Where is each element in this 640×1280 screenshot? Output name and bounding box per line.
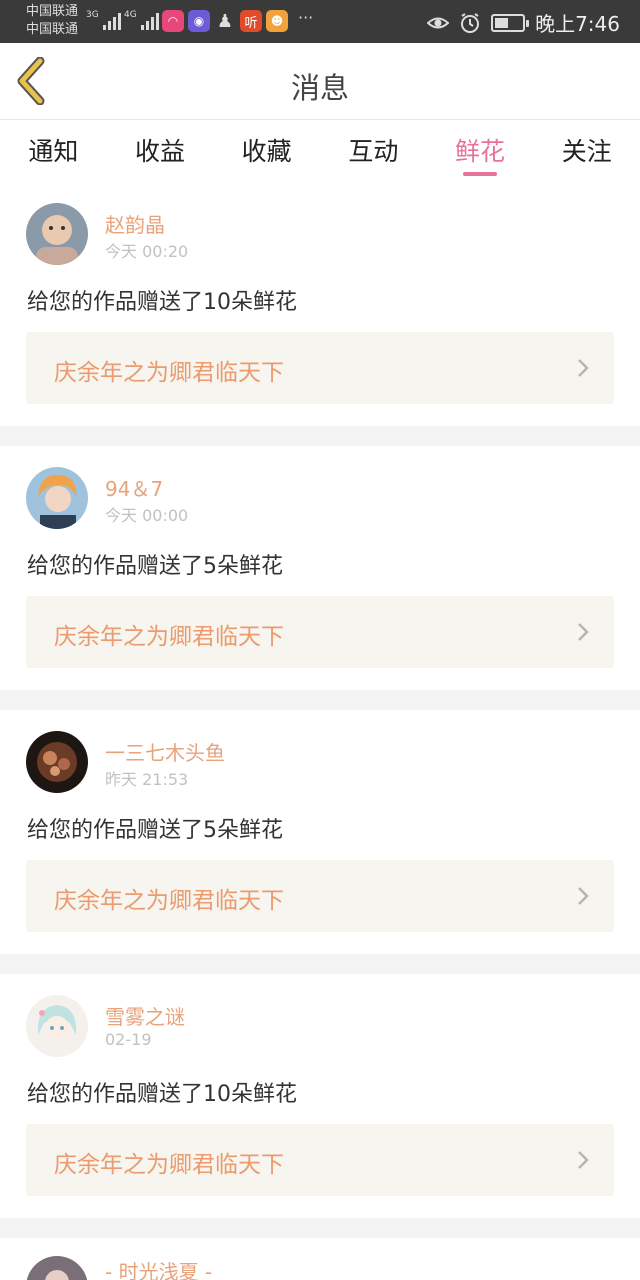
username[interactable]: - 时光浅夏 -: [105, 1256, 212, 1280]
qq-icon: ♟: [216, 10, 234, 32]
signal-icon: 3G: [86, 10, 121, 30]
message-text: 给您的作品赠送了5朵鲜花: [27, 818, 283, 843]
app-notification-icon: ◠: [162, 10, 184, 32]
tab-earnings[interactable]: 收益: [107, 120, 214, 182]
chevron-right-icon: [578, 1151, 589, 1169]
app-notification-icon: ☻: [266, 10, 288, 32]
timestamp: 昨天 21:53: [105, 770, 189, 789]
avatar[interactable]: [26, 731, 88, 793]
page-title: 消息: [290, 71, 349, 105]
work-title: 庆余年之为卿君临天下: [54, 360, 284, 386]
avatar[interactable]: [26, 467, 88, 529]
avatar[interactable]: [26, 1256, 88, 1280]
tab-label: 收藏: [241, 137, 292, 166]
network-type-2: 4G: [124, 10, 137, 20]
work-link[interactable]: 庆余年之为卿君临天下: [26, 332, 614, 404]
divider: [0, 954, 640, 974]
tab-label: 鲜花: [455, 137, 506, 166]
list-item: 赵韵晶 今天 00:20 给您的作品赠送了10朵鲜花 庆余年之为卿君临天下: [0, 182, 640, 426]
tab-flowers[interactable]: 鲜花: [427, 120, 534, 182]
list-item: - 时光浅夏 -: [0, 1238, 640, 1280]
battery-icon: [491, 13, 530, 32]
tab-label: 互动: [348, 137, 399, 166]
message-text: 给您的作品赠送了10朵鲜花: [27, 290, 297, 315]
avatar[interactable]: [26, 995, 88, 1057]
status-time: 晚上7:46: [535, 12, 620, 36]
flower-message-list: 赵韵晶 今天 00:20 给您的作品赠送了10朵鲜花 庆余年之为卿君临天下 94…: [0, 182, 640, 1280]
timestamp: 今天 00:20: [105, 242, 189, 261]
work-link[interactable]: 庆余年之为卿君临天下: [26, 1124, 614, 1196]
divider: [0, 426, 640, 446]
divider: [0, 690, 640, 710]
avatar[interactable]: [26, 203, 88, 265]
message-text: 给您的作品赠送了5朵鲜花: [27, 554, 283, 579]
tab-label: 关注: [561, 137, 612, 166]
tab-label: 通知: [28, 137, 79, 166]
more-notifications-icon: ···: [298, 8, 314, 27]
work-link[interactable]: 庆余年之为卿君临天下: [26, 596, 614, 668]
tab-favorites[interactable]: 收藏: [213, 120, 320, 182]
tab-interactions[interactable]: 互动: [320, 120, 427, 182]
username[interactable]: 一三七木头鱼: [105, 737, 225, 766]
list-item: 一三七木头鱼 昨天 21:53 给您的作品赠送了5朵鲜花 庆余年之为卿君临天下: [0, 710, 640, 954]
network-type-1: 3G: [86, 10, 99, 20]
carrier-labels: 中国联通 中国联通: [26, 3, 78, 39]
status-bar: 中国联通 中国联通 3G 4G ◠ ◉ ♟ 听 ☻ ··· 晚上7:46: [0, 0, 640, 43]
username[interactable]: 雪雾之谜: [105, 1001, 185, 1030]
eye-comfort-icon: [427, 17, 450, 28]
tab-notifications[interactable]: 通知: [0, 120, 107, 182]
timestamp: 今天 00:00: [105, 506, 189, 525]
alarm-icon: [461, 12, 480, 33]
list-item: 雪雾之谜 02-19 给您的作品赠送了10朵鲜花 庆余年之为卿君临天下: [0, 974, 640, 1218]
tab-follows[interactable]: 关注: [533, 120, 640, 182]
message-text: 给您的作品赠送了10朵鲜花: [27, 1082, 297, 1107]
chevron-right-icon: [578, 887, 589, 905]
listen-app-icon: 听: [240, 10, 262, 32]
battery-level: [495, 17, 508, 28]
carrier-1: 中国联通: [26, 4, 79, 19]
timestamp: 02-19: [105, 1030, 152, 1049]
message-tabs: 通知 收益 收藏 互动 鲜花 关注: [0, 120, 640, 182]
chevron-right-icon: [578, 623, 589, 641]
carrier-2: 中国联通: [26, 22, 79, 37]
work-link[interactable]: 庆余年之为卿君临天下: [26, 860, 614, 932]
work-title: 庆余年之为卿君临天下: [54, 888, 284, 914]
chevron-right-icon: [578, 359, 589, 377]
work-title: 庆余年之为卿君临天下: [54, 624, 284, 650]
app-header: 消息: [0, 43, 640, 120]
username[interactable]: 94＆7: [105, 473, 163, 502]
tab-label: 收益: [135, 137, 186, 166]
work-title: 庆余年之为卿君临天下: [54, 1152, 284, 1178]
divider: [0, 1218, 640, 1238]
app-notification-icon: ◉: [188, 10, 210, 32]
list-item: 94＆7 今天 00:00 给您的作品赠送了5朵鲜花 庆余年之为卿君临天下: [0, 446, 640, 690]
signal-icon-2: 4G: [124, 10, 159, 30]
username[interactable]: 赵韵晶: [105, 209, 165, 238]
